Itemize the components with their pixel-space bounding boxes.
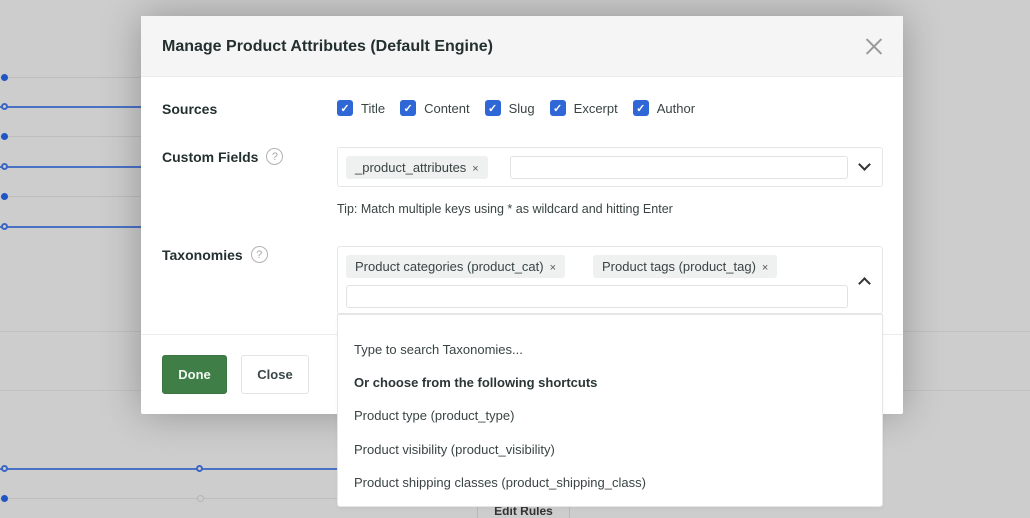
remove-tag-icon[interactable]: × [762, 262, 768, 274]
custom-fields-tip: Tip: Match multiple keys using * as wild… [337, 202, 673, 216]
custom-fields-select[interactable]: _product_attributes × [337, 147, 883, 187]
remove-tag-icon[interactable]: × [472, 163, 478, 175]
bg-hollow-dot [1, 103, 8, 110]
taxonomy-tag: Product categories (product_cat) × [346, 255, 566, 278]
checkbox-checked-icon[interactable]: ✓ [484, 100, 501, 116]
bg-rule-line [0, 498, 340, 499]
dropdown-search-hint: Type to search Taxonomies... [354, 342, 523, 357]
taxonomies-select[interactable]: Product categories (product_cat) × Produc… [337, 246, 883, 314]
bg-faint-dot [197, 495, 204, 502]
checkbox-checked-icon[interactable]: ✓ [337, 100, 353, 116]
bg-rule-line [0, 136, 141, 137]
source-title-checkbox[interactable]: ✓ Title [337, 100, 385, 116]
custom-field-tag: _product_attributes × [346, 156, 488, 179]
tag-label: _product_attributes [355, 160, 467, 175]
question-circle-icon[interactable]: ? [250, 246, 268, 263]
taxonomies-input[interactable] [346, 285, 848, 308]
custom-fields-label-text: Custom Fields [162, 148, 259, 165]
tag-label: Product tags (product_tag) [602, 259, 756, 274]
source-label: Slug [508, 100, 535, 116]
source-slug-checkbox[interactable]: ✓ Slug [484, 100, 535, 116]
custom-fields-input[interactable] [510, 156, 848, 179]
sources-label-text: Sources [162, 101, 218, 117]
taxonomies-label: Taxonomies ? [162, 246, 268, 263]
bg-filled-dot [1, 133, 8, 140]
source-author-checkbox[interactable]: ✓ Author [632, 100, 696, 116]
bg-hollow-dot [196, 465, 203, 472]
custom-fields-label: Custom Fields ? [162, 148, 284, 165]
bg-rule-line [0, 77, 141, 78]
taxonomies-label-text: Taxonomies [162, 246, 243, 263]
remove-tag-icon[interactable]: × [550, 262, 556, 274]
bg-filled-dot [1, 74, 8, 81]
sources-checkbox-group: ✓ Title ✓ Content ✓ Slug ✓ Excerpt ✓ Aut… [337, 100, 710, 116]
chevron-down-icon[interactable] [858, 158, 871, 171]
checkbox-checked-icon[interactable]: ✓ [549, 100, 566, 116]
dropdown-option[interactable]: Product visibility (product_visibility) [354, 442, 555, 457]
source-label: Title [361, 100, 386, 116]
modal-header: Manage Product Attributes (Default Engin… [141, 16, 903, 77]
bg-hollow-dot [1, 465, 8, 472]
close-x-icon[interactable] [865, 37, 883, 55]
taxonomies-dropdown: Type to search Taxonomies... Or choose f… [337, 314, 883, 507]
bg-rule-line [0, 166, 141, 168]
bg-rule-line [0, 468, 340, 470]
checkbox-checked-icon[interactable]: ✓ [632, 100, 649, 116]
source-label: Author [656, 100, 696, 116]
dropdown-shortcuts-heading: Or choose from the following shortcuts [354, 375, 598, 390]
bg-rule-line [0, 106, 141, 108]
bg-rule-line [0, 226, 141, 228]
tag-label: Product categories (product_cat) [355, 259, 544, 274]
bg-rule-line [0, 196, 141, 197]
taxonomy-tag: Product tags (product_tag) × [593, 255, 778, 278]
bg-hollow-dot [1, 223, 8, 230]
bg-filled-dot [1, 193, 8, 200]
source-excerpt-checkbox[interactable]: ✓ Excerpt [549, 100, 618, 116]
modal-title: Manage Product Attributes (Default Engin… [162, 38, 493, 55]
question-circle-icon[interactable]: ? [266, 148, 284, 165]
close-button[interactable]: Close [241, 355, 309, 394]
source-label: Content [424, 100, 470, 116]
bg-filled-dot [1, 495, 8, 502]
dropdown-option[interactable]: Product shipping classes (product_shippi… [354, 475, 646, 490]
chevron-up-icon[interactable] [858, 277, 871, 290]
source-label: Excerpt [573, 100, 618, 116]
source-content-checkbox[interactable]: ✓ Content [400, 100, 470, 116]
bg-hollow-dot [1, 163, 8, 170]
dropdown-option[interactable]: Product type (product_type) [354, 408, 514, 423]
sources-label: Sources [162, 101, 217, 117]
checkbox-checked-icon[interactable]: ✓ [400, 100, 417, 116]
done-button[interactable]: Done [162, 355, 227, 394]
